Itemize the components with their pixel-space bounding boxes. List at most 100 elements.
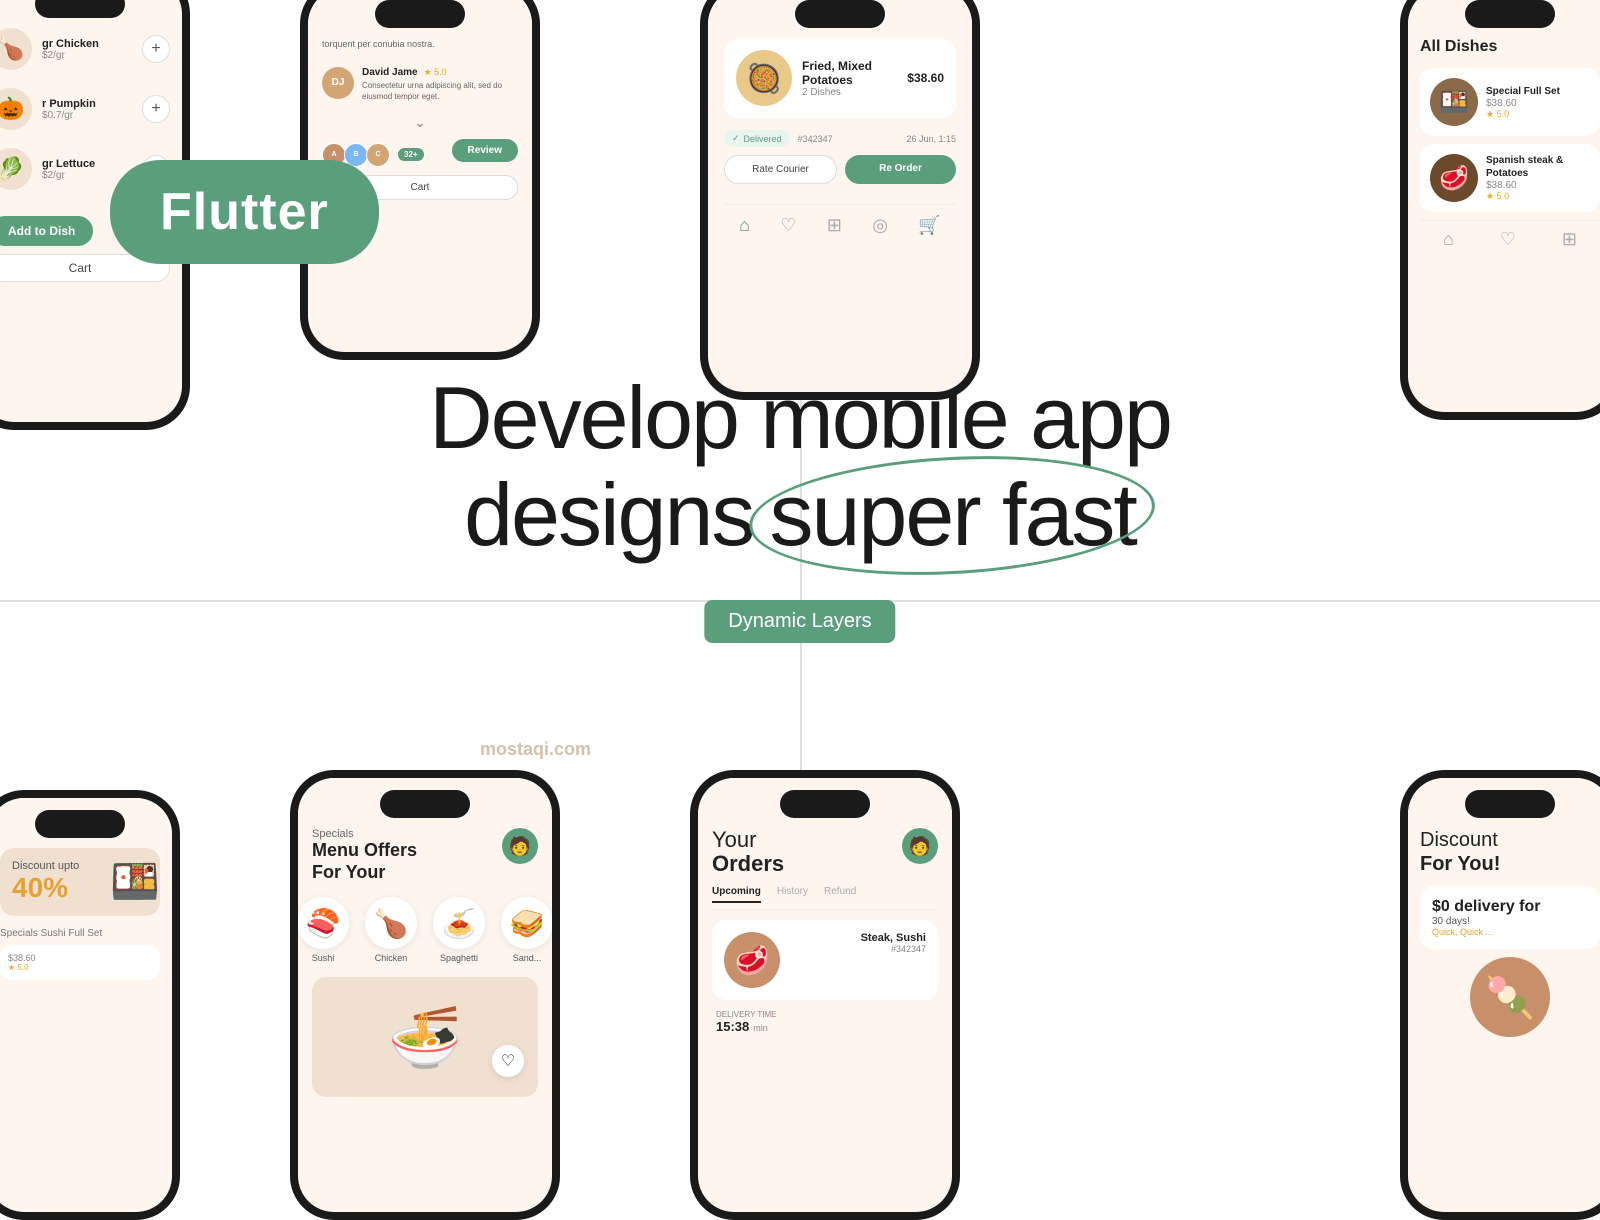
screen-menu-offers-wrapper: 🧑 Specials Menu Offers For Your 🍣 Sushi: [298, 778, 552, 1111]
status-delivered-badge: ✓ Delivered: [724, 130, 790, 147]
phone-all-dishes-screen: All Dishes 🍱 Special Full Set $38.60 ★ 5…: [1408, 0, 1600, 412]
phone-order-status-screen: 🥘 Fried, Mixed Potatoes 2 Dishes $38.60 …: [708, 0, 972, 392]
rate-courier-button[interactable]: Rate Courier: [724, 155, 837, 184]
hero-line2: designs super fast: [429, 467, 1171, 564]
lettuce-price: $2/gr: [42, 170, 132, 181]
spaghetti-icon: 🍝: [433, 897, 485, 949]
phone-your-orders: 🧑 Your Orders Upcoming History Refund 🥩 …: [690, 770, 960, 1220]
grid-icon-trc[interactable]: ⊞: [827, 215, 842, 236]
hero-super-fast: super fast: [769, 467, 1135, 564]
pumpkin-name: r Pumpkin: [42, 98, 132, 110]
ingredient-chicken-info: gr Chicken $2/gr: [42, 38, 132, 61]
tab-upcoming[interactable]: Upcoming: [712, 886, 761, 903]
reviewer-rating-david: ★ 5.0: [424, 67, 447, 78]
discount-dish-img-br: 🍡: [1470, 957, 1550, 1037]
dish-card-spanish-steak: 🥩 Spanish steak & Potatoes $38.60 ★ 5.0: [1420, 144, 1600, 212]
heart-icon-tr[interactable]: ♡: [1500, 229, 1516, 250]
category-sandwich[interactable]: 🥪 Sand...: [501, 897, 552, 963]
screen-all-dishes: All Dishes 🍱 Special Full Set $38.60 ★ 5…: [1408, 0, 1600, 262]
phone-discount-for-you: Discount For You! $0 delivery for 30 day…: [1400, 770, 1600, 1220]
sandwich-label: Sand...: [513, 953, 542, 963]
review-button[interactable]: Review: [452, 139, 518, 162]
pumpkin-icon: 🎃: [0, 88, 32, 130]
dish-order-meta: 2 Dishes: [802, 87, 897, 98]
cart-icon-trc[interactable]: 🛒: [918, 215, 940, 236]
ingredient-lettuce-info: gr Lettuce $2/gr: [42, 158, 132, 181]
sushi-card-bl: $38.60 ★ 5.0: [0, 945, 160, 980]
dish-name-spanish-steak: Spanish steak & Potatoes: [1486, 154, 1590, 180]
phone-discount-for-you-screen: Discount For You! $0 delivery for 30 day…: [1408, 778, 1600, 1212]
pumpkin-price: $0.7/gr: [42, 110, 132, 121]
heart-button-bcl[interactable]: ♡: [492, 1045, 524, 1077]
ingredient-chicken: 🍗 gr Chicken $2/gr +: [0, 28, 170, 70]
order-date-label: 26 Jun, 1:15: [906, 134, 956, 144]
delivery-time-value: 15:38: [716, 1019, 749, 1034]
chicken-category-icon: 🍗: [365, 897, 417, 949]
add-pumpkin-button[interactable]: +: [142, 95, 170, 123]
home-icon-tr[interactable]: ⌂: [1443, 229, 1454, 250]
home-icon-trc[interactable]: ⌂: [739, 215, 750, 236]
dynamic-badge: Dynamic Layers: [704, 600, 895, 643]
chicken-icon: 🍗: [0, 28, 32, 70]
order-dish-card: 🥘 Fried, Mixed Potatoes 2 Dishes $38.60: [724, 38, 956, 118]
your-label: Your: [712, 827, 756, 852]
free-delivery-card: $0 delivery for 30 days! Quick, Quick ..…: [1420, 886, 1600, 949]
tab-history[interactable]: History: [777, 886, 808, 903]
dish-rating-special-fullset: ★ 5.0: [1486, 109, 1590, 120]
dish-card-special-fullset: 🍱 Special Full Set $38.60 ★ 5.0: [1420, 68, 1600, 136]
delivery-time-label: DELIVERY TIME: [716, 1010, 934, 1019]
grid-icon-tr[interactable]: ⊞: [1562, 229, 1577, 250]
action-buttons: Rate Courier Re Order: [724, 155, 956, 184]
nav-bar-tr: ⌂ ♡ ⊞: [1420, 220, 1600, 250]
phone-all-dishes: All Dishes 🍱 Special Full Set $38.60 ★ 5…: [1400, 0, 1600, 420]
reviewer-name-david: David Jame: [362, 67, 418, 78]
status-row: ✓ Delivered #342347 26 Jun, 1:15: [724, 130, 956, 147]
notch-bcr: [780, 790, 870, 818]
sushi-price-bl: $38.60: [8, 953, 152, 963]
review-body-text: torquent per conubia nostra.: [322, 38, 518, 51]
orders-tabs: Upcoming History Refund: [712, 886, 938, 910]
discount-icon-trc[interactable]: ◎: [872, 215, 888, 236]
discount-line2: For You!: [1420, 853, 1500, 875]
hero-designs: designs: [464, 467, 753, 564]
dish-preview-icon: 🍜: [388, 1002, 463, 1073]
chevron-down-icon: ⌄: [322, 114, 518, 131]
delivery-time-section: DELIVERY TIME 15:38 min: [712, 1010, 938, 1034]
notch-bcl: [380, 790, 470, 818]
delivery-time-unit: min: [753, 1023, 768, 1033]
order-name-steak-sushi: Steak, Sushi: [790, 932, 926, 944]
notch-trc: [795, 0, 885, 28]
add-to-dish-button[interactable]: Add to Dish: [0, 216, 93, 246]
discount-line1: Discount: [1420, 829, 1498, 851]
flutter-badge: Flutter: [110, 160, 379, 264]
order-id-label: #342347: [798, 134, 833, 144]
sushi-rating-bl: ★ 5.0: [8, 963, 152, 972]
phone-your-orders-screen: 🧑 Your Orders Upcoming History Refund 🥩 …: [698, 778, 952, 1212]
add-chicken-button[interactable]: +: [142, 35, 170, 63]
user-avatar-bcl: 🧑: [502, 828, 538, 864]
dish-price-special-fullset: $38.60: [1486, 98, 1590, 109]
sandwich-icon: 🥪: [501, 897, 552, 949]
free-delivery-days: 30 days!: [1432, 916, 1588, 927]
check-icon: ✓: [732, 133, 740, 144]
heart-icon-trc[interactable]: ♡: [780, 215, 796, 236]
category-spaghetti[interactable]: 🍝 Spaghetti: [433, 897, 485, 963]
dish-info-spanish-steak: Spanish steak & Potatoes $38.60 ★ 5.0: [1486, 154, 1590, 202]
tab-refund[interactable]: Refund: [824, 886, 856, 903]
order-dish-img-bcr: 🥩: [724, 932, 780, 988]
notch-bl: [35, 810, 125, 838]
screen-your-orders-wrapper: 🧑 Your Orders Upcoming History Refund 🥩 …: [698, 778, 952, 1048]
reorder-button[interactable]: Re Order: [845, 155, 956, 184]
category-chicken[interactable]: 🍗 Chicken: [365, 897, 417, 963]
free-delivery-sub: Quick, Quick ...: [1432, 927, 1588, 937]
notch-br: [1465, 790, 1555, 818]
discount-card-bl: Discount upto 40% 🍱: [0, 848, 160, 916]
phone-discount: 🧑 Discount upto 40% 🍱 Specials Sushi Ful…: [0, 790, 180, 1220]
orders-label: Orders: [712, 851, 784, 876]
all-dishes-title: All Dishes: [1420, 38, 1600, 56]
delivered-label: Delivered: [744, 134, 782, 144]
category-sushi[interactable]: 🍣 Sushi: [298, 897, 349, 963]
notch-tr: [1465, 0, 1555, 28]
screen-discount-for-you: Discount For You! $0 delivery for 30 day…: [1408, 778, 1600, 1057]
review-item-david: DJ David Jame ★ 5.0 Consectetur urna adi…: [322, 67, 518, 102]
